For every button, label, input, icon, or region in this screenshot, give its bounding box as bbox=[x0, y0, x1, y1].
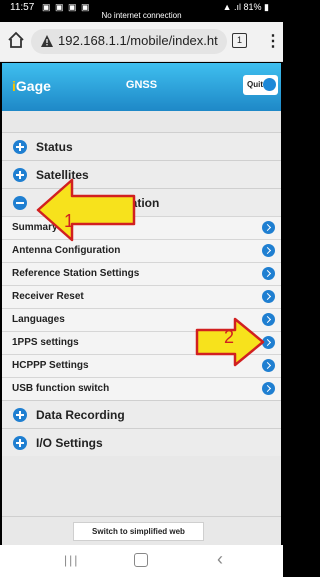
menu-item-reference-station-settings[interactable]: Reference Station Settings bbox=[2, 262, 281, 285]
switch-simplified-web-button[interactable]: Switch to simplified web bbox=[73, 522, 204, 541]
item-label: Antenna Configuration bbox=[12, 245, 121, 256]
expand-plus-icon bbox=[13, 408, 27, 422]
section-status[interactable]: Status bbox=[2, 132, 281, 160]
system-nav-bar: ||| ‹ bbox=[0, 545, 283, 577]
section-label: I/O Settings bbox=[36, 436, 103, 450]
chevron-right-icon[interactable] bbox=[262, 267, 275, 280]
app-header: iGage GNSS Quit bbox=[2, 63, 281, 111]
main-content: Status Satellites ration Summary Antenna… bbox=[2, 111, 281, 516]
annotation-number-2: 2 bbox=[224, 327, 235, 347]
address-bar[interactable]: 192.168.1.1/mobile/index.ht bbox=[31, 29, 227, 54]
bottom-bar: Switch to simplified web bbox=[2, 516, 281, 545]
signal-icon: ▲ .ıl bbox=[222, 2, 241, 12]
item-label: Languages bbox=[12, 314, 65, 325]
annotation-number-1: 1 bbox=[64, 211, 75, 231]
quit-label: Quit bbox=[247, 80, 263, 89]
quit-button[interactable]: Quit bbox=[243, 75, 278, 95]
tab-switcher-button[interactable]: 1 bbox=[232, 33, 247, 48]
item-label: Receiver Reset bbox=[12, 291, 84, 302]
item-label: 1PPS settings bbox=[12, 337, 79, 348]
back-icon[interactable]: ‹ bbox=[217, 549, 223, 570]
chevron-right-icon[interactable] bbox=[262, 290, 275, 303]
battery-indicator: ▲ .ıl 81% ▮ bbox=[223, 2, 269, 13]
chevron-right-icon[interactable] bbox=[262, 221, 275, 234]
item-label: Reference Station Settings bbox=[12, 268, 140, 279]
battery-percent: 81% bbox=[243, 2, 262, 12]
menu-item-usb-function-switch[interactable]: USB function switch bbox=[2, 377, 281, 400]
home-icon[interactable] bbox=[7, 31, 25, 49]
section-io-settings[interactable]: I/O Settings bbox=[2, 428, 281, 456]
page-title: GNSS bbox=[125, 79, 158, 91]
warning-icon[interactable] bbox=[40, 34, 54, 48]
section-label: Data Recording bbox=[36, 408, 125, 422]
section-data-recording[interactable]: Data Recording bbox=[2, 400, 281, 428]
browser-toolbar: 192.168.1.1/mobile/index.ht 1 ⋮ bbox=[0, 22, 283, 62]
annotation-arrow-left bbox=[36, 178, 136, 242]
collapse-minus-icon bbox=[13, 196, 27, 210]
expand-plus-icon bbox=[13, 436, 27, 450]
menu-item-antenna-configuration[interactable]: Antenna Configuration bbox=[2, 239, 281, 262]
section-label: Status bbox=[36, 140, 73, 154]
url-text[interactable]: 192.168.1.1/mobile/index.ht bbox=[58, 33, 222, 48]
item-label: USB function switch bbox=[12, 383, 110, 394]
battery-icon: ▮ bbox=[264, 2, 269, 12]
quit-icon bbox=[263, 78, 276, 91]
recent-apps-icon[interactable]: ||| bbox=[64, 553, 79, 567]
chevron-right-icon[interactable] bbox=[262, 382, 275, 395]
expand-plus-icon bbox=[13, 168, 27, 182]
menu-item-receiver-reset[interactable]: Receiver Reset bbox=[2, 285, 281, 308]
item-label: HCPPP Settings bbox=[12, 360, 89, 371]
more-menu-icon[interactable]: ⋮ bbox=[265, 31, 281, 51]
chevron-right-icon[interactable] bbox=[262, 244, 275, 257]
status-bar: 11:57 ▣ ▣ ▣ ▣ No internet connection ▲ .… bbox=[0, 0, 283, 22]
expand-plus-icon bbox=[13, 140, 27, 154]
home-button-icon[interactable] bbox=[134, 553, 148, 567]
